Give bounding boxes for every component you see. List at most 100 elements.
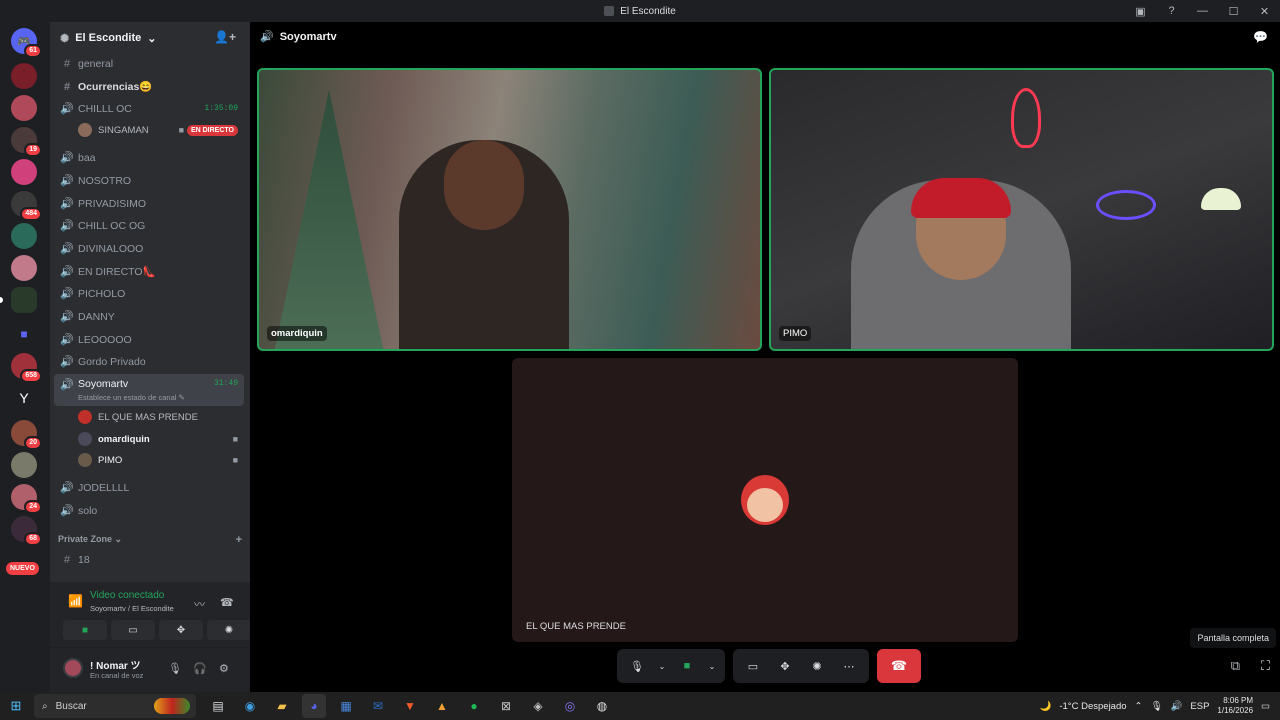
volume-icon[interactable]: 🔊 <box>1171 701 1183 712</box>
voice-status-subtitle[interactable]: Soyomartv / El Escondite <box>90 604 174 613</box>
hashtag-icon: # <box>63 57 71 70</box>
app-icon[interactable]: ◎ <box>558 694 582 718</box>
server-icon[interactable]: 658 <box>11 353 42 383</box>
notifications-icon[interactable]: ▭ <box>1261 701 1270 712</box>
language-indicator[interactable]: ESP <box>1190 701 1209 712</box>
channel-label: PRIVADISIMO <box>78 197 147 210</box>
server-icon[interactable]: 24 <box>11 484 42 514</box>
channel-18[interactable]: #18 <box>54 549 244 570</box>
chat-bubble-icon[interactable]: 💬 <box>1253 30 1268 44</box>
voice-status-title[interactable]: Video conectado <box>90 590 164 601</box>
microphone-icon[interactable]: 🎙 <box>168 662 182 675</box>
add-channel-icon[interactable]: + <box>236 534 242 546</box>
microphone-button[interactable]: 🎙 <box>623 652 651 680</box>
video-tile-pimo[interactable]: PIMO <box>769 68 1274 351</box>
taskbar-search[interactable]: ⌕ Buscar <box>34 694 196 718</box>
voice-channel[interactable]: 🔊 DIVINALOOO <box>54 238 244 259</box>
steam-icon[interactable]: ◈ <box>526 694 550 718</box>
voice-channel[interactable]: 🔊 JODELLLL <box>54 477 244 498</box>
channel-ocurrencias[interactable]: # Ocurrencias😄 <box>54 76 244 97</box>
mic-control-group: 🎙 ⌄ ■ ⌄ <box>617 649 725 683</box>
server-icon[interactable] <box>11 159 37 185</box>
discord-icon[interactable]: ◕ <box>302 694 326 718</box>
noise-suppression-icon[interactable]: 〰 <box>194 596 205 612</box>
inbox-icon[interactable]: ▣ <box>1125 5 1156 18</box>
user-name[interactable]: ! Nomar ツ <box>90 657 141 672</box>
video-tile-el-que-mas-prende[interactable]: EL QUE MAS PRENDE <box>512 358 1018 642</box>
spotify-icon[interactable]: ● <box>462 694 486 718</box>
server-icon[interactable]: 20 <box>11 420 42 450</box>
server-icon[interactable] <box>11 287 37 313</box>
disconnect-button[interactable]: ☎ <box>877 649 921 683</box>
voice-member[interactable]: PIMO ■ <box>78 450 244 470</box>
voice-channel[interactable]: 🔊 solo <box>54 500 244 521</box>
screen-share-button[interactable]: ▭ <box>739 652 767 680</box>
obs-icon[interactable]: ◍ <box>590 694 614 718</box>
avatar[interactable] <box>63 658 83 678</box>
app-icon[interactable]: ▲ <box>430 694 454 718</box>
voice-channel[interactable]: 🔊 PRIVADISIMO <box>54 193 244 214</box>
disconnect-icon[interactable]: ☎ <box>220 596 234 609</box>
settings-gear-icon[interactable]: ⚙ <box>219 662 229 675</box>
activities-button[interactable]: ✥ <box>771 652 799 680</box>
soundboard-button[interactable]: ✺ <box>803 652 831 680</box>
notification-badge: 484 <box>20 207 42 221</box>
server-icon[interactable] <box>11 95 37 121</box>
voice-channel-chilll-oc[interactable]: 🔊 CHILLL OC 1:35:09 <box>54 98 244 119</box>
category-private-zone[interactable]: Private Zone ⌄ + <box>58 534 242 546</box>
brave-icon[interactable]: ▼ <box>398 694 422 718</box>
minimize-icon[interactable]: — <box>1187 5 1218 17</box>
voice-member[interactable]: omardiquin ■ <box>78 429 244 449</box>
soundboard-button[interactable]: ✺ <box>207 620 251 640</box>
server-icon[interactable]: 484 <box>11 191 42 221</box>
server-icon[interactable] <box>11 223 37 249</box>
camera-button[interactable]: ■ <box>673 652 701 680</box>
help-icon[interactable]: ? <box>1156 5 1187 17</box>
folder-icon[interactable]: ■ <box>11 321 37 347</box>
guild-header[interactable]: ✺ El Escondite ⌄ 👤+ <box>50 22 250 54</box>
voice-channel[interactable]: 🔊 NOSOTRO <box>54 170 244 191</box>
camera-button[interactable]: ■ <box>63 620 107 640</box>
channel-general[interactable]: # general <box>54 53 244 74</box>
file-explorer-icon[interactable]: ▰ <box>270 694 294 718</box>
activities-button[interactable]: ✥ <box>159 620 203 640</box>
home-button[interactable]: 🎮 61 <box>11 28 42 58</box>
screen-share-button[interactable]: ▭ <box>111 620 155 640</box>
speaker-icon: 🔊 <box>60 482 74 494</box>
voice-channel[interactable]: 🔊 EN DIRECTO👠 <box>54 261 244 282</box>
fullscreen-icon[interactable]: ⛶ <box>1261 658 1270 674</box>
headphones-icon[interactable]: 🎧 <box>193 662 207 675</box>
voice-channel[interactable]: 🔊 LEOOOOO <box>54 329 244 350</box>
chevron-down-icon[interactable]: ⌄ <box>705 652 719 680</box>
voice-channel[interactable]: 🔊 DANNY <box>54 306 244 327</box>
clock[interactable]: 8:06 PM 1/16/2026 <box>1217 696 1253 716</box>
maximize-icon[interactable]: ☐ <box>1218 5 1249 18</box>
edge-icon[interactable]: ◉ <box>238 694 262 718</box>
more-options-button[interactable]: ⋯ <box>835 652 863 680</box>
popout-icon[interactable]: ⧉ <box>1231 658 1240 674</box>
chevron-up-icon[interactable]: ⌃ <box>1135 701 1143 712</box>
voice-channel[interactable]: 🔊 CHILL OC OG <box>54 215 244 236</box>
server-icon[interactable]: 68 <box>11 516 42 546</box>
chevron-down-icon[interactable]: ⌄ <box>655 652 669 680</box>
server-icon[interactable] <box>11 452 37 478</box>
voice-channel[interactable]: 🔊 PICHOLO <box>54 283 244 304</box>
outlook-icon[interactable]: ✉ <box>366 694 390 718</box>
invite-people-icon[interactable]: 👤+ <box>214 30 236 44</box>
voice-channel[interactable]: 🔊 Gordo Privado <box>54 351 244 372</box>
windows-start-button[interactable]: ⊞ <box>0 698 32 714</box>
server-icon[interactable] <box>11 63 37 89</box>
close-icon[interactable]: ✕ <box>1249 5 1280 18</box>
channel-status[interactable]: Establece un estado de canal ✎ <box>78 393 185 402</box>
voice-member[interactable]: EL QUE MAS PRENDE <box>78 407 244 427</box>
server-icon[interactable]: Y <box>11 385 37 411</box>
server-icon[interactable] <box>11 255 37 281</box>
voice-channel[interactable]: 🔊 baa <box>54 147 244 168</box>
xbox-icon[interactable]: ⊠ <box>494 694 518 718</box>
voice-member[interactable]: SINGAMAN ■ EN DIRECTO <box>78 120 244 140</box>
task-view-icon[interactable]: ▤ <box>206 694 230 718</box>
server-icon[interactable]: 19 <box>11 127 42 157</box>
store-icon[interactable]: ▦ <box>334 694 358 718</box>
video-tile-omardiquin[interactable]: omardiquin <box>257 68 762 351</box>
weather-text[interactable]: -1°C Despejado <box>1059 701 1126 712</box>
